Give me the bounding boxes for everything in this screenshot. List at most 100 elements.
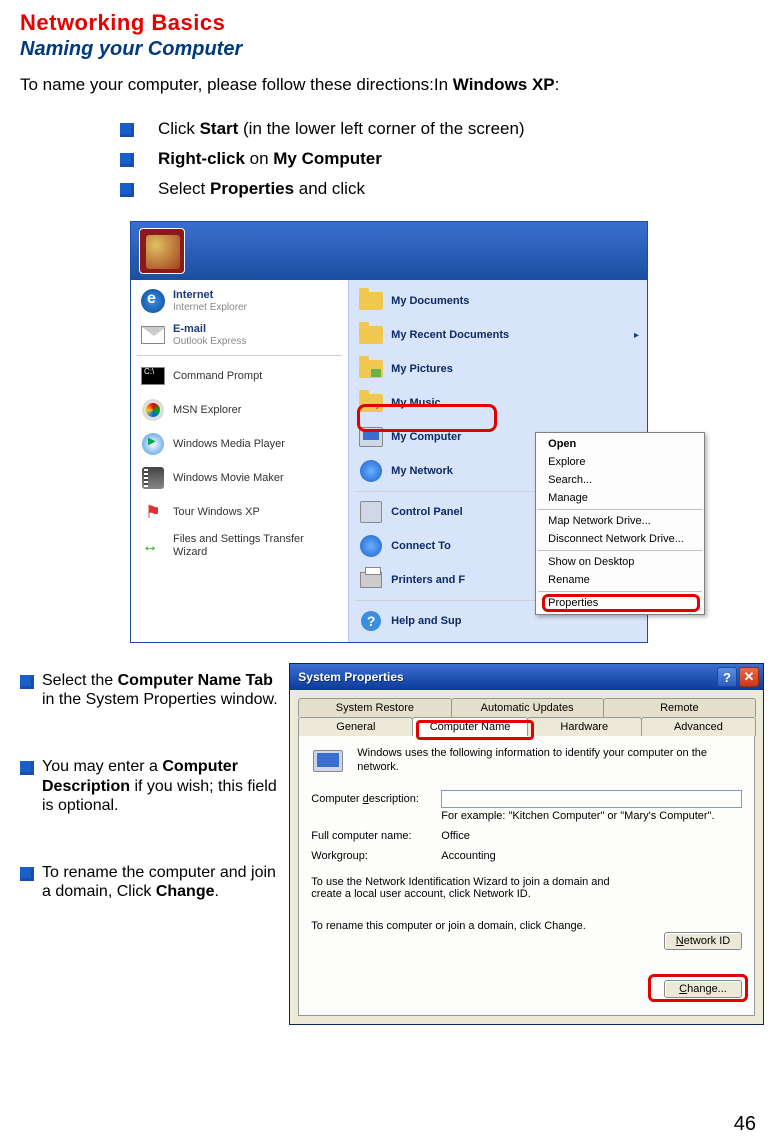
separator xyxy=(137,355,342,356)
printer-icon xyxy=(357,566,385,594)
bullet-item: To rename the computer and join a domain… xyxy=(20,863,287,901)
top-bullet-list: Click Start (in the lower left corner of… xyxy=(120,119,764,199)
tab-hardware[interactable]: Hardware xyxy=(527,717,642,736)
start-menu-item[interactable]: MSN Explorer xyxy=(131,393,348,427)
label-full-computer-name: Full computer name: xyxy=(311,830,441,842)
net-icon xyxy=(357,457,385,485)
close-button[interactable]: ✕ xyxy=(739,667,759,687)
start-menu-item[interactable]: My Recent Documents▸ xyxy=(349,318,647,352)
network-id-button[interactable]: Network ID xyxy=(664,932,742,950)
mail-icon xyxy=(139,321,167,349)
intro-post: : xyxy=(555,75,560,94)
item-label: Printers and F xyxy=(391,574,465,587)
computer-icon xyxy=(311,746,347,782)
submenu-arrow-icon: ▸ xyxy=(634,330,639,341)
bullet-icon xyxy=(120,123,134,137)
tab-remote[interactable]: Remote xyxy=(603,698,756,717)
context-menu-item[interactable]: Open xyxy=(536,435,704,453)
context-menu-item[interactable]: Explore xyxy=(536,453,704,471)
bullet-item: Select Properties and click xyxy=(120,179,764,199)
ie-icon xyxy=(139,287,167,315)
item-label: MSN Explorer xyxy=(173,404,241,417)
start-menu-item[interactable]: My Pictures xyxy=(349,352,647,386)
item-label: Control Panel xyxy=(391,506,463,519)
folder-icon xyxy=(357,321,385,349)
bullet-icon xyxy=(20,675,34,689)
bullet-item: Select the Computer Name Tab in the Syst… xyxy=(20,671,287,709)
start-menu-item[interactable]: Windows Media Player xyxy=(131,427,348,461)
net-icon xyxy=(357,532,385,560)
text-change: To rename this computer or join a domain… xyxy=(311,920,611,932)
start-menu-item[interactable]: Command Prompt xyxy=(131,359,348,393)
cmd-icon xyxy=(139,362,167,390)
hint-example: For example: "Kitchen Computer" or "Mary… xyxy=(441,810,721,822)
dialog-titlebar: System Properties ? ✕ xyxy=(290,664,763,690)
bullet-text: You may enter a Computer Description if … xyxy=(42,757,287,815)
help-button[interactable]: ? xyxy=(717,667,737,687)
text-network-id: To use the Network Identification Wizard… xyxy=(311,876,611,900)
intro-pre: To name your computer, please follow the… xyxy=(20,75,453,94)
item-label: InternetInternet Explorer xyxy=(173,289,247,313)
context-menu-item[interactable]: Disconnect Network Drive... xyxy=(536,530,704,548)
start-menu-item[interactable]: InternetInternet Explorer xyxy=(131,284,348,318)
start-menu-left-column: InternetInternet Explorer E-mailOutlook E… xyxy=(131,280,348,642)
value-full-computer-name: Office xyxy=(441,830,470,842)
item-label: Windows Movie Maker xyxy=(173,472,284,485)
item-label: Windows Media Player xyxy=(173,438,285,451)
separator xyxy=(538,509,702,510)
user-avatar-icon xyxy=(139,228,185,274)
system-properties-dialog: System Properties ? ✕ System Restore Aut… xyxy=(289,663,764,1025)
bullet-text: Right-click on My Computer xyxy=(158,149,382,169)
context-menu-item[interactable]: Map Network Drive... xyxy=(536,512,704,530)
tab-computer-name[interactable]: Computer Name xyxy=(412,717,527,736)
page-number: 46 xyxy=(734,1113,756,1136)
folder-icon xyxy=(357,287,385,315)
start-menu-item[interactable]: E-mailOutlook Express xyxy=(131,318,348,352)
wiz-icon xyxy=(139,532,167,560)
left-bullet-column: Select the Computer Name Tab in the Syst… xyxy=(20,663,287,1025)
context-menu-item[interactable]: Show on Desktop xyxy=(536,553,704,571)
context-menu-item[interactable]: Rename xyxy=(536,571,704,589)
flag-icon: ⚑ xyxy=(139,498,167,526)
dialog-body: Windows uses the following information t… xyxy=(298,736,755,1016)
folder-icon xyxy=(357,355,385,383)
item-label: Help and Sup xyxy=(391,615,461,628)
start-menu-item[interactable]: My Documents xyxy=(349,284,647,318)
bullet-item: Right-click on My Computer xyxy=(120,149,764,169)
item-label: My Documents xyxy=(391,295,469,308)
item-label: Connect To xyxy=(391,540,451,553)
bottom-section: Select the Computer Name Tab in the Syst… xyxy=(20,663,764,1025)
item-label: My Network xyxy=(391,465,453,478)
separator xyxy=(538,550,702,551)
bullet-text: Click Start (in the lower left corner of… xyxy=(158,119,525,139)
input-computer-description[interactable] xyxy=(441,790,742,808)
change-button[interactable]: Change... xyxy=(664,980,742,998)
start-menu-item[interactable]: Windows Movie Maker xyxy=(131,461,348,495)
intro-text: To name your computer, please follow the… xyxy=(20,75,764,95)
start-menu-screenshot: InternetInternet Explorer E-mailOutlook E… xyxy=(130,221,648,643)
context-menu-item[interactable]: Manage xyxy=(536,489,704,507)
tab-automatic-updates[interactable]: Automatic Updates xyxy=(451,698,604,717)
item-label: My Computer xyxy=(391,431,461,444)
tab-general[interactable]: General xyxy=(298,717,413,736)
wmm-icon xyxy=(139,464,167,492)
start-menu-item[interactable]: ⚑Tour Windows XP xyxy=(131,495,348,529)
item-label: Files and Settings Transfer Wizard xyxy=(173,533,340,558)
item-label: E-mailOutlook Express xyxy=(173,323,246,347)
context-menu-item[interactable]: Search... xyxy=(536,471,704,489)
context-menu-item[interactable]: Properties xyxy=(536,594,704,612)
bullet-text: Select Properties and click xyxy=(158,179,365,199)
section-subtitle: Naming your Computer xyxy=(20,38,764,61)
bullet-icon xyxy=(120,183,134,197)
bullet-icon xyxy=(20,867,34,881)
bullet-text: To rename the computer and join a domain… xyxy=(42,863,287,901)
item-label: Command Prompt xyxy=(173,370,262,383)
highlight-my-computer xyxy=(357,404,497,432)
label-computer-description: Computer description: xyxy=(311,793,441,805)
label-workgroup: Workgroup: xyxy=(311,850,441,862)
start-menu-item[interactable]: Files and Settings Transfer Wizard xyxy=(131,529,348,563)
tab-advanced[interactable]: Advanced xyxy=(641,717,756,736)
start-menu: InternetInternet Explorer E-mailOutlook E… xyxy=(130,221,648,643)
tab-system-restore[interactable]: System Restore xyxy=(298,698,451,717)
bullet-item: Click Start (in the lower left corner of… xyxy=(120,119,764,139)
